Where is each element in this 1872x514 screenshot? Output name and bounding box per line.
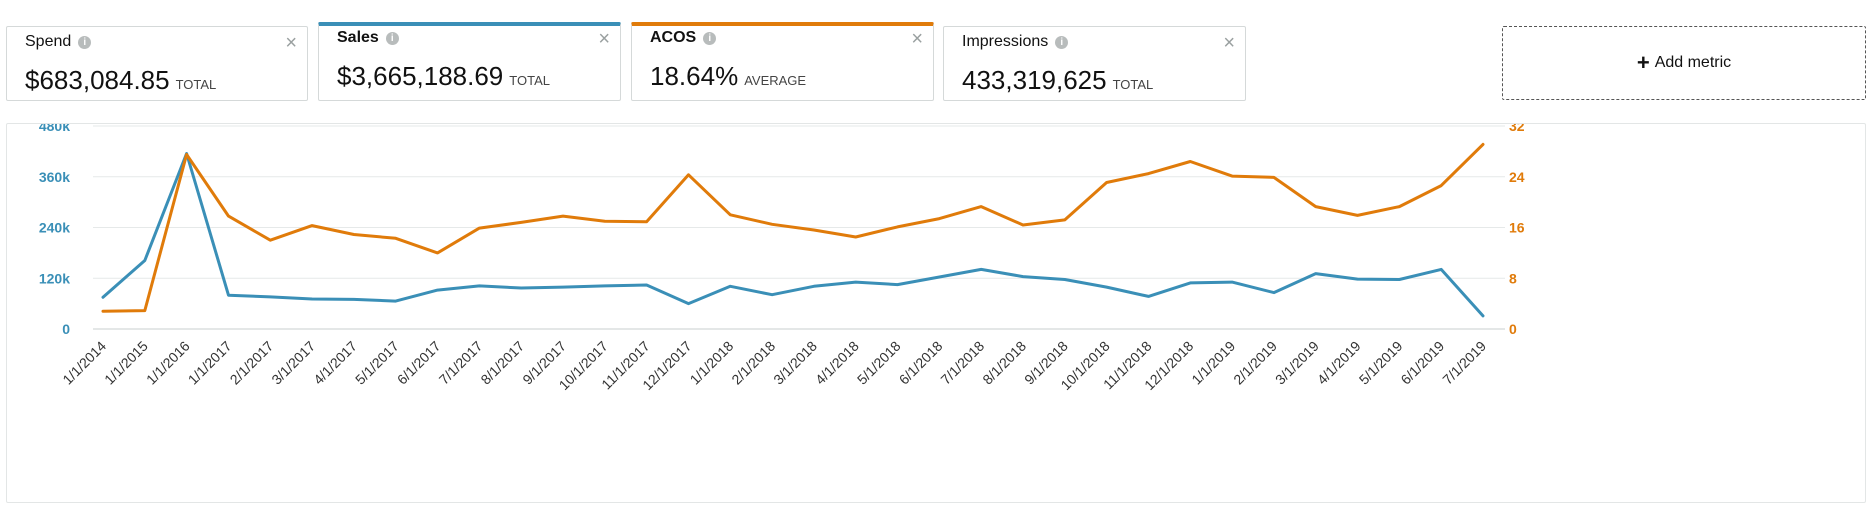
metric-value: $3,665,188.69 <box>337 61 504 91</box>
metric-label: Sales <box>337 29 379 46</box>
x-tick-label: 1/1/2017 <box>185 338 235 388</box>
metric-label: Spend <box>25 33 72 50</box>
x-tick-label: 5/1/2017 <box>352 338 402 388</box>
metric-name: Sales i <box>337 29 399 47</box>
y-right-tick-label: 0 <box>1509 321 1517 337</box>
x-tick-label: 6/1/2018 <box>896 338 946 388</box>
x-tick-label: 2/1/2019 <box>1230 338 1280 388</box>
metric-value-line: $3,665,188.69 TOTAL <box>337 61 550 92</box>
x-tick-label: 7/1/2019 <box>1439 338 1489 388</box>
metric-value-line: 433,319,625 TOTAL <box>962 65 1153 96</box>
x-tick-label: 7/1/2017 <box>436 338 486 388</box>
close-icon[interactable]: × <box>1223 33 1235 53</box>
metric-value: $683,084.85 <box>25 65 170 95</box>
metric-card-sales[interactable]: Sales i × $3,665,188.69 TOTAL <box>318 22 621 101</box>
y-left-tick-label: 480k <box>39 124 70 134</box>
x-tick-label: 4/1/2018 <box>812 338 862 388</box>
metric-name: ACOS i <box>650 29 717 47</box>
x-tick-label: 3/1/2018 <box>770 338 820 388</box>
add-metric-button[interactable]: + Add metric <box>1502 26 1866 100</box>
x-tick-label: 4/1/2017 <box>310 338 360 388</box>
x-tick-label: 2/1/2017 <box>227 338 277 388</box>
metric-value: 433,319,625 <box>962 65 1107 95</box>
metric-qualifier: TOTAL <box>509 73 550 88</box>
x-tick-label: 6/1/2019 <box>1397 338 1447 388</box>
x-tick-label: 1/1/2019 <box>1188 338 1238 388</box>
x-tick-label: 8/1/2018 <box>979 338 1029 388</box>
info-icon[interactable]: i <box>385 31 399 45</box>
metric-value-line: $683,084.85 TOTAL <box>25 65 216 96</box>
plus-icon: + <box>1636 50 1650 75</box>
chart-panel: 0 0 120k 8 240k 16 360k 24 480k 32 1/1/2014 1/1/201… <box>6 118 1866 503</box>
info-icon[interactable]: i <box>1055 35 1069 49</box>
y-left-tick-label: 0 <box>62 321 70 337</box>
close-icon[interactable]: × <box>598 29 610 49</box>
x-tick-label: 1/1/2016 <box>143 338 193 388</box>
x-tick-label: 1/1/2015 <box>101 338 151 388</box>
x-tick-label: 2/1/2018 <box>728 338 778 388</box>
y-left-tick-label: 360k <box>39 169 70 185</box>
y-right-tick-label: 8 <box>1509 270 1517 286</box>
x-tick-label: 8/1/2017 <box>477 338 527 388</box>
x-tick-label: 3/1/2017 <box>268 338 318 388</box>
y-right-tick-label: 16 <box>1509 220 1525 236</box>
metrics-row: Spend i × $683,084.85 TOTAL Sales i × $3,… <box>0 0 1872 110</box>
metric-card-acos[interactable]: ACOS i × 18.64% AVERAGE <box>631 22 934 101</box>
x-tick-label: 4/1/2019 <box>1314 338 1364 388</box>
metric-qualifier: TOTAL <box>1112 77 1154 92</box>
metric-value-line: 18.64% AVERAGE <box>650 61 806 92</box>
line-chart: 0 0120k 8240k 16360k 24480k 321/1/20141/1/201… <box>39 118 1525 393</box>
metric-label: ACOS <box>650 29 697 46</box>
metric-card-impressions[interactable]: Impressions i × 433,319,625 TOTAL <box>943 26 1246 101</box>
metric-card-spend[interactable]: Spend i × $683,084.85 TOTAL <box>6 26 308 101</box>
x-tick-label: 1/1/2014 <box>59 338 109 388</box>
close-icon[interactable]: × <box>285 33 297 53</box>
info-icon[interactable]: i <box>78 35 92 49</box>
metric-value: 18.64% <box>650 61 739 91</box>
metric-name: Impressions i <box>962 33 1069 51</box>
x-tick-label: 3/1/2019 <box>1272 338 1322 388</box>
metric-label: Impressions <box>962 33 1049 50</box>
y-left-tick-label: 120k <box>39 270 70 286</box>
metric-name: Spend i <box>25 33 92 51</box>
x-tick-label: 1/1/2018 <box>687 338 737 388</box>
close-icon[interactable]: × <box>911 29 923 49</box>
info-icon[interactable]: i <box>703 31 717 45</box>
y-right-tick-label: 24 <box>1509 169 1525 185</box>
x-tick-label: 7/1/2018 <box>937 338 987 388</box>
x-tick-label: 5/1/2019 <box>1356 338 1406 388</box>
y-left-tick-label: 240k <box>39 220 70 236</box>
x-tick-label: 5/1/2018 <box>854 338 904 388</box>
metric-qualifier: AVERAGE <box>744 73 807 88</box>
add-metric-label: Add metric <box>1654 54 1732 71</box>
x-tick-label: 6/1/2017 <box>394 338 444 388</box>
y-right-tick-label: 32 <box>1509 124 1525 134</box>
metric-qualifier: TOTAL <box>175 77 217 92</box>
